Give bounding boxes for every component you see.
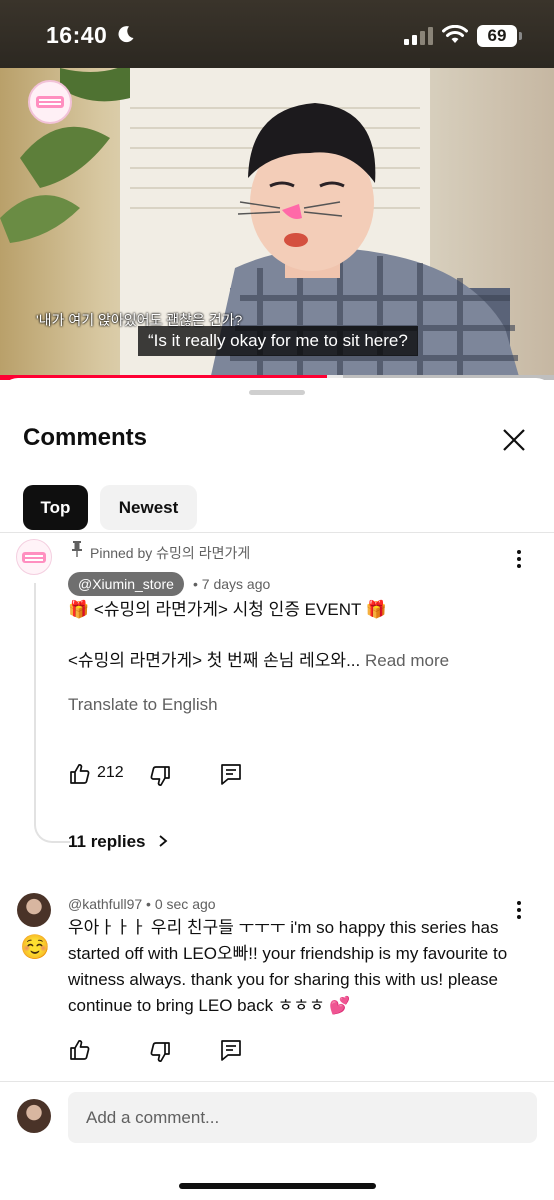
divider [0,1081,554,1082]
video-player[interactable]: '내가 여기 앉아있어도 괜찮은 건가? “Is it really okay … [0,68,554,380]
dislike-icon[interactable] [148,1040,172,1064]
user-avatar[interactable] [17,893,51,927]
divider [0,532,554,533]
ramen-logo-icon [22,552,46,563]
like-icon[interactable] [68,1038,92,1062]
comment-time: 7 days ago [201,576,271,592]
channel-avatar[interactable] [16,539,52,575]
battery-level: 69 [487,26,507,45]
replies-link[interactable]: 11 replies [68,832,170,852]
comment-text: 우아ㅏㅏㅏ 우리 친구들 ㅜㅜㅜ i'm so happy this serie… [68,918,508,1015]
subtitle-english: “Is it really okay for me to sit here? [138,326,418,356]
comments-title: Comments [23,424,148,451]
read-more-link[interactable]: Read more [365,651,449,670]
translate-link[interactable]: Translate to English [68,695,218,715]
my-avatar[interactable] [17,1099,51,1133]
comments-panel: Comments Top Newest Pinned by 슈밍의 라면가게 @… [0,378,554,1200]
comment-text-line-2: <슈밍의 라면가게> 첫 번째 손님 레오와... Read more [68,648,513,674]
more-vert-icon[interactable] [508,548,530,570]
home-indicator[interactable] [179,1183,376,1189]
comment-time: 0 sec ago [154,896,216,912]
channel-watermark-logo [28,80,72,124]
comment-text-line-1: 🎁 <슈밍의 라면가게> 시청 인증 EVENT 🎁 [68,600,387,619]
filter-top[interactable]: Top [23,485,88,530]
reply-icon[interactable] [219,1038,243,1062]
comment-meta: • 7 days ago [193,576,271,592]
like-icon[interactable] [68,762,92,786]
close-icon[interactable] [498,424,530,456]
comment-meta: @kathfull97 • 0 sec ago [68,896,216,912]
filter-newest[interactable]: Newest [100,485,197,530]
reply-icon[interactable] [219,762,243,786]
wifi-icon [442,25,468,43]
add-comment-input[interactable]: Add a comment... [68,1092,537,1143]
moon-icon [118,26,134,43]
battery-tip [519,32,522,40]
battery-icon: 69 [477,25,517,47]
ramen-logo-icon [36,96,64,108]
drag-handle[interactable] [249,390,305,395]
pinned-label: Pinned by 슈밍의 라면가게 [90,545,251,561]
comment-author[interactable]: @kathfull97 [68,896,142,912]
comment-badge-emoji: ☺️ [20,934,50,961]
signal-icon [404,27,433,45]
like-count: 212 [97,764,124,781]
replies-count: 11 replies [68,832,146,851]
thread-line [34,583,70,843]
status-bar: 16:40 69 [0,0,554,68]
pin-icon [72,541,82,557]
status-time: 16:40 [46,22,108,48]
dislike-icon[interactable] [148,764,172,788]
comment-author[interactable]: @Xiumin_store [68,572,184,596]
chevron-right-icon [159,835,168,847]
comment-preview: <슈밍의 라면가게> 첫 번째 손님 레오와... [68,651,361,670]
